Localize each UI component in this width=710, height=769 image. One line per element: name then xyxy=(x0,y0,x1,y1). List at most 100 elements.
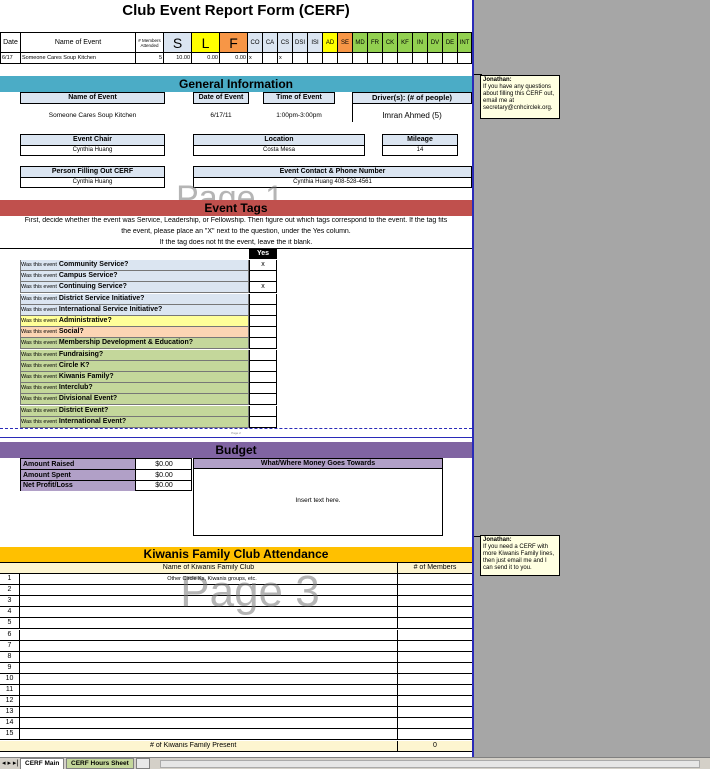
cell-tag[interactable] xyxy=(352,52,368,64)
col-tag: AD xyxy=(322,32,338,53)
event-time-value[interactable]: 1:00pm-3:00pm xyxy=(263,112,335,119)
cell-event-name[interactable]: Someone Cares Soup Kitchen xyxy=(20,52,136,64)
cell-tag[interactable] xyxy=(457,52,472,64)
attendance-row[interactable]: 6 xyxy=(0,629,472,641)
tag-question-text: Continuing Service? xyxy=(58,283,127,291)
cell-cs[interactable]: x xyxy=(277,52,293,64)
tag-yes-cell[interactable] xyxy=(249,372,277,383)
tag-yes-cell[interactable] xyxy=(249,271,277,283)
person-filling-value[interactable]: Cynthia Huang xyxy=(20,178,165,188)
general-info-bar: General Information xyxy=(0,76,472,92)
comment-note-1[interactable]: Jonathan: If you have any questions abou… xyxy=(480,75,560,119)
cell-tag[interactable] xyxy=(322,52,338,64)
tag-yes-cell[interactable] xyxy=(249,349,277,361)
col-date: Date xyxy=(0,32,21,53)
tag-yes-cell[interactable] xyxy=(249,416,277,428)
tag-question-text: International Service Initiative? xyxy=(58,305,163,313)
tab-cerf-hours-sheet[interactable]: CERF Hours Sheet xyxy=(66,758,134,769)
cell-tag[interactable] xyxy=(397,52,413,64)
tag-yes-cell[interactable]: x xyxy=(249,282,277,294)
cell-f[interactable]: 0.00 xyxy=(219,52,248,64)
tag-yes-cell[interactable] xyxy=(249,383,277,395)
cell-tag[interactable] xyxy=(367,52,383,64)
tag-yes-cell[interactable] xyxy=(249,394,277,406)
tag-question-prefix: Was this event xyxy=(21,351,57,358)
attendance-row-number: 6 xyxy=(0,629,20,641)
tag-question-text: Kiwanis Family? xyxy=(58,373,114,380)
col-tag: CA xyxy=(262,32,278,53)
cell-ca[interactable] xyxy=(262,52,278,64)
attendance-row[interactable]: 14 xyxy=(0,718,472,730)
amount-spent-value[interactable]: $0.00 xyxy=(136,470,192,481)
tag-question-row: Was this event District Event? xyxy=(20,405,249,417)
tag-yes-cell[interactable] xyxy=(249,338,277,350)
tab-scroll-arrows-icon[interactable]: ◂ ▸ ▸| xyxy=(2,759,18,767)
sheet-tabs-bar: ◂ ▸ ▸| CERF Main CERF Hours Sheet xyxy=(0,757,710,769)
tag-question-text: Fundraising? xyxy=(58,350,104,358)
amount-raised-value[interactable]: $0.00 xyxy=(136,459,192,470)
col-tag: ISI xyxy=(307,32,323,53)
cell-tag[interactable] xyxy=(412,52,428,64)
tag-yes-cell[interactable] xyxy=(249,360,277,372)
attendance-total-value[interactable]: 0 xyxy=(398,742,472,749)
net-profit-value[interactable]: $0.00 xyxy=(136,481,192,491)
tag-question-row: Was this event Fundraising? xyxy=(20,349,249,361)
cell-s[interactable]: 10.00 xyxy=(163,52,192,64)
tag-yes-cell[interactable] xyxy=(249,316,277,327)
attendance-row[interactable]: 12 xyxy=(0,696,472,708)
event-time-label: Time of Event xyxy=(263,92,335,104)
cell-tag[interactable] xyxy=(337,52,353,64)
tag-question-text: Social? xyxy=(58,328,84,336)
tag-question-row: Was this event Divisional Event? xyxy=(20,394,249,406)
cell-tag[interactable] xyxy=(442,52,458,64)
tag-yes-cell[interactable] xyxy=(249,304,277,316)
attendance-row-number: 8 xyxy=(0,651,20,663)
event-name-value[interactable]: Someone Cares Soup Kitchen xyxy=(20,112,165,119)
money-where-text: Insert text here. xyxy=(295,497,341,504)
attendance-row[interactable]: 15 xyxy=(0,729,472,741)
mileage-value[interactable]: 14 xyxy=(382,146,458,156)
page-title: Club Event Report Form (CERF) xyxy=(122,2,350,19)
new-sheet-icon[interactable] xyxy=(136,758,150,769)
cell-date[interactable]: 6/17 xyxy=(0,52,21,64)
attendance-row-number: 12 xyxy=(0,696,20,708)
cell-tag[interactable] xyxy=(292,52,308,64)
event-chair-value[interactable]: Cynthia Huang xyxy=(20,146,165,156)
tag-question-prefix: Was this event xyxy=(21,329,57,336)
attendance-row-number: 10 xyxy=(0,673,20,685)
driver-value[interactable]: Imran Ahmed (5) xyxy=(352,111,472,120)
cell-tag[interactable] xyxy=(382,52,398,64)
cell-tag[interactable] xyxy=(427,52,443,64)
col-tag: CK xyxy=(382,32,398,53)
tag-question-prefix: Was this event xyxy=(21,284,57,291)
attendance-row[interactable]: 5 xyxy=(0,618,472,630)
horizontal-scrollbar[interactable] xyxy=(160,760,700,768)
comment-note-2[interactable]: Jonathan: If you need a CERF with more K… xyxy=(480,535,560,576)
cell-members[interactable]: 5 xyxy=(135,52,164,64)
tag-yes-cell[interactable] xyxy=(249,405,277,417)
attendance-row[interactable]: 10 xyxy=(0,673,472,685)
event-tags-bar: Event Tags xyxy=(0,200,472,216)
tag-yes-cell[interactable] xyxy=(249,327,277,339)
tags-intro-line-1: First, decide whether the event was Serv… xyxy=(24,217,448,224)
mileage-label: Mileage xyxy=(382,134,458,146)
tag-question-prefix: Was this event xyxy=(21,318,57,324)
spreadsheet-sheet: Club Event Report Form (CERF) Date Name … xyxy=(0,0,474,757)
attendance-row[interactable]: 8 xyxy=(0,651,472,663)
location-value[interactable]: Costa Mesa xyxy=(193,146,365,156)
tag-yes-cell[interactable]: x xyxy=(249,260,277,271)
attendance-row[interactable]: 9 xyxy=(0,662,472,674)
money-where-box[interactable]: Insert text here. xyxy=(193,469,443,536)
event-date-value[interactable]: 6/17/11 xyxy=(193,112,249,119)
col-tag: FR xyxy=(367,32,383,53)
attendance-row[interactable]: 11 xyxy=(0,685,472,696)
cell-l[interactable]: 0.00 xyxy=(191,52,220,64)
attendance-row[interactable]: 13 xyxy=(0,707,472,719)
tag-yes-cell[interactable] xyxy=(249,293,277,305)
cell-co[interactable]: x xyxy=(247,52,263,64)
attendance-row[interactable]: 7 xyxy=(0,640,472,652)
budget-table: Amount Raised $0.00 Amount Spent $0.00 N… xyxy=(20,458,192,491)
tab-cerf-main[interactable]: CERF Main xyxy=(20,758,65,769)
cell-tag[interactable] xyxy=(307,52,323,64)
attendance-row-1-text[interactable]: Other Circle Ks, Kiwanis groups, etc. xyxy=(157,576,267,582)
